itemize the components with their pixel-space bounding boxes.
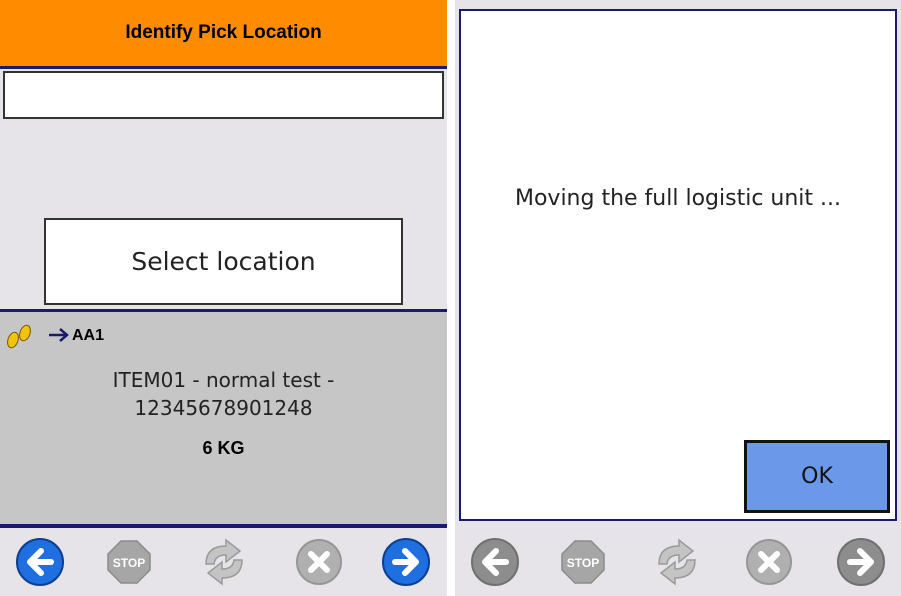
- back-icon: [16, 538, 64, 586]
- cancel-button-disabled: [739, 532, 799, 592]
- item-description-line2: 12345678901248: [134, 396, 313, 420]
- ok-button[interactable]: OK: [744, 440, 890, 513]
- stop-button-disabled: STOP: [553, 532, 613, 592]
- forward-icon: [382, 538, 430, 586]
- bottom-toolbar: STOP: [0, 529, 447, 596]
- cancel-button[interactable]: [289, 532, 349, 592]
- location-code: AA1: [72, 327, 105, 344]
- cancel-icon: [746, 539, 792, 585]
- stop-icon-text: STOP: [567, 556, 599, 570]
- refresh-button[interactable]: [194, 532, 254, 592]
- item-description-line1: ITEM01 - normal test -: [112, 368, 335, 392]
- footprints-icon: [4, 316, 48, 356]
- stop-icon: STOP: [561, 540, 605, 584]
- stop-icon-text: STOP: [113, 556, 145, 570]
- bottom-toolbar-disabled: STOP: [455, 529, 901, 596]
- cancel-icon: [296, 539, 342, 585]
- item-weight: 6 KG: [202, 438, 245, 458]
- stop-icon: STOP: [107, 540, 151, 584]
- refresh-icon: [658, 538, 696, 586]
- back-icon: [471, 538, 519, 586]
- dialog-message: Moving the full logistic unit ...: [514, 186, 841, 211]
- location-row: AA1: [4, 316, 104, 356]
- forward-button-disabled: [831, 532, 891, 592]
- back-button-disabled: [465, 532, 525, 592]
- location-scan-input[interactable]: [3, 71, 444, 119]
- stop-button[interactable]: STOP: [99, 532, 159, 592]
- pick-info-panel: AA1 ITEM01 - normal test - 1234567890124…: [0, 309, 447, 528]
- back-button[interactable]: [10, 532, 70, 592]
- pick-location-screen: Identify Pick Location Select location A…: [0, 0, 447, 596]
- page-title: Identify Pick Location: [0, 0, 447, 69]
- refresh-button-disabled: [647, 532, 707, 592]
- forward-icon: [837, 538, 885, 586]
- arrow-right-icon: [48, 327, 70, 346]
- forward-button[interactable]: [376, 532, 436, 592]
- refresh-icon: [205, 538, 243, 586]
- message-dialog: Moving the full logistic unit ... OK: [459, 9, 897, 521]
- item-description: ITEM01 - normal test - 12345678901248: [0, 366, 447, 422]
- message-screen: Moving the full logistic unit ... OK STO…: [455, 0, 901, 596]
- select-location-button[interactable]: Select location: [44, 218, 403, 305]
